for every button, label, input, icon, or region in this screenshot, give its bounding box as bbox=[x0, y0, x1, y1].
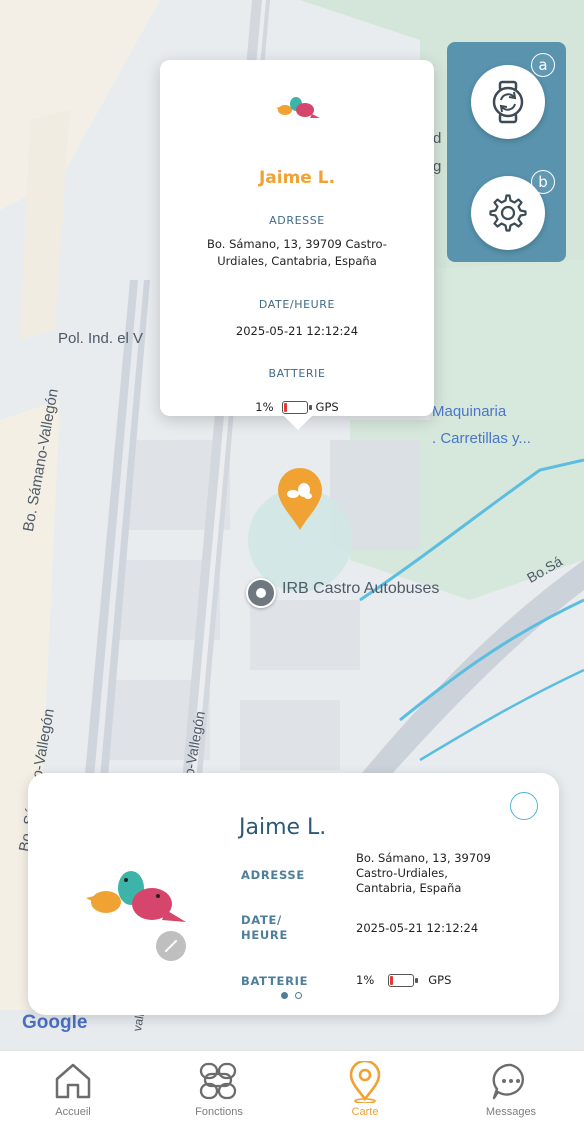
google-logo: Google bbox=[22, 1012, 88, 1033]
card-address-line3: Cantabria, España bbox=[356, 881, 462, 895]
map-poi-carretillas[interactable]: . Carretillas y... bbox=[432, 430, 531, 447]
popup-name: Jaime L. bbox=[258, 168, 336, 188]
nav-item-fonctions[interactable]: Fonctions bbox=[146, 1051, 292, 1121]
popup-datetime: 2025-05-21 12:12:24 bbox=[235, 324, 359, 338]
map-tools-panel: a b bbox=[447, 42, 566, 262]
tracker-info-card[interactable]: Jaime L. ADRESSE Bo. Sámano, 13, 39709 C… bbox=[28, 773, 559, 1015]
bus-poi-icon[interactable] bbox=[246, 578, 276, 608]
popup-address-line2: Urdiales, Cantabria, España bbox=[217, 254, 377, 268]
popup-gps-label: GPS bbox=[315, 400, 339, 414]
popup-battery-value: 1% bbox=[255, 400, 274, 414]
popup-address-line1: Bo. Sámano, 13, 39709 Castro- bbox=[207, 237, 387, 251]
map-label-partial-d: d bbox=[433, 130, 442, 147]
card-address-line1: Bo. Sámano, 13, 39709 bbox=[356, 851, 491, 865]
card-battery-row: 1% GPS bbox=[356, 973, 451, 987]
popup-address-label: ADRESSE bbox=[269, 214, 325, 227]
card-pager[interactable] bbox=[281, 992, 302, 999]
settings-tag-badge: b bbox=[531, 170, 555, 194]
card-gps-label: GPS bbox=[428, 973, 452, 987]
popup-battery-label: BATTERIE bbox=[268, 367, 326, 380]
pager-dot-active[interactable] bbox=[281, 992, 288, 999]
home-icon bbox=[55, 1063, 91, 1099]
pager-dot[interactable] bbox=[295, 992, 302, 999]
map-poi-bus[interactable]: IRB Castro Autobuses bbox=[282, 580, 439, 598]
card-address-label: ADRESSE bbox=[241, 868, 305, 882]
map-label-pol-ind: Pol. Ind. el V bbox=[58, 330, 144, 347]
nav-label-accueil: Accueil bbox=[55, 1106, 91, 1118]
functions-icon bbox=[199, 1062, 237, 1100]
card-datetime: 2025-05-21 12:12:24 bbox=[356, 921, 479, 935]
watch-tag-badge: a bbox=[531, 53, 555, 77]
card-battery-icon bbox=[388, 973, 419, 987]
card-date-label-1: DATE/ bbox=[241, 913, 282, 927]
card-name: Jaime L. bbox=[239, 815, 327, 840]
map-info-popup[interactable]: Jaime L. ADRESSE Bo. Sámano, 13, 39709 C… bbox=[160, 60, 434, 430]
map-pin-icon bbox=[349, 1061, 381, 1103]
popup-battery-row: 1% GPS bbox=[160, 398, 434, 416]
card-select-indicator[interactable] bbox=[510, 792, 538, 820]
watch-sync-button[interactable] bbox=[471, 65, 545, 139]
nav-item-messages[interactable]: Messages bbox=[438, 1051, 584, 1121]
bottom-nav: Accueil Fonctions Carte Messages bbox=[0, 1050, 584, 1121]
gear-icon bbox=[489, 194, 527, 232]
chat-bubble-icon bbox=[492, 1063, 524, 1100]
location-marker-icon[interactable] bbox=[274, 466, 326, 532]
birds-avatar-icon bbox=[86, 858, 190, 930]
no-location-icon bbox=[156, 931, 186, 961]
nav-label-fonctions: Fonctions bbox=[195, 1106, 243, 1118]
card-battery-label: BATTERIE bbox=[241, 974, 309, 988]
map-label-partial-g: g bbox=[433, 158, 442, 175]
card-date-label-2: HEURE bbox=[241, 928, 289, 942]
nav-item-carte[interactable]: Carte bbox=[292, 1051, 438, 1121]
card-address-line2: Castro-Urdiales, bbox=[356, 866, 448, 880]
birds-logo-icon bbox=[276, 90, 320, 122]
nav-item-accueil[interactable]: Accueil bbox=[0, 1051, 146, 1121]
nav-label-messages: Messages bbox=[485, 1106, 537, 1118]
battery-icon bbox=[281, 400, 312, 414]
map-poi-maquinaria[interactable]: Maquinaria bbox=[432, 403, 506, 420]
card-battery-value: 1% bbox=[356, 973, 375, 987]
popup-datetime-label: DATE/HEURE bbox=[258, 298, 336, 311]
nav-label-carte: Carte bbox=[351, 1106, 379, 1118]
watch-sync-icon bbox=[492, 80, 524, 124]
